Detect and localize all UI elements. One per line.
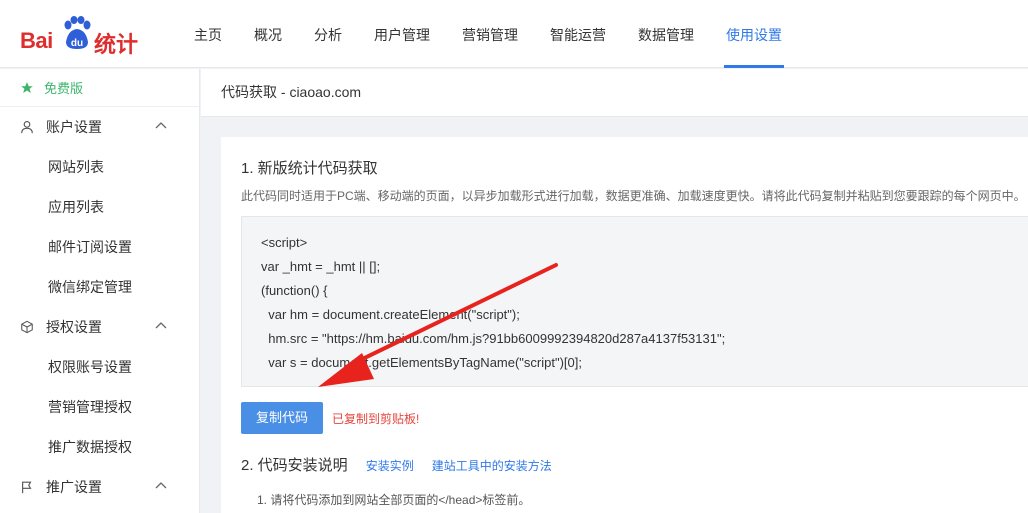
code-line: hm.src = "https://hm.baidu.com/hm.js?91b…	[261, 331, 726, 346]
nav-item-usage-settings[interactable]: 使用设置	[710, 0, 798, 68]
sidebar-item-marketing-authorization[interactable]: 营销管理授权	[0, 387, 199, 427]
sidebar-item-permission-accounts[interactable]: 权限账号设置	[0, 347, 199, 387]
sidebar-group-authorization-settings[interactable]: 授权设置	[0, 307, 199, 347]
sidebar-group-promotion-settings[interactable]: 推广设置	[0, 467, 199, 507]
page-title: 代码获取 - ciaoao.com	[201, 69, 1028, 117]
nav-item-marketing-management[interactable]: 营销管理	[446, 0, 534, 68]
nav-item-overview[interactable]: 概况	[238, 0, 298, 68]
sidebar-item-email-subscription[interactable]: 邮件订阅设置	[0, 227, 199, 267]
nav-item-analysis[interactable]: 分析	[298, 0, 358, 68]
code-block[interactable]: <script> var _hmt = _hmt || []; (functio…	[241, 216, 1028, 387]
code-line: var s = document.getElementsByTagName("s…	[261, 355, 582, 370]
main-content: 代码获取 - ciaoao.com 1. 新版统计代码获取 此代码同时适用于PC…	[201, 69, 1028, 513]
code-line: var hm = document.createElement("script"…	[261, 307, 520, 322]
chevron-up-icon	[155, 322, 167, 329]
install-note: 1. 请将代码添加到网站全部页面的</head>标签前。	[257, 493, 531, 507]
logo-text-bai: Bai	[20, 28, 53, 53]
section-description: 此代码同时适用于PC端、移动端的页面，以异步加载形式进行加载，数据更准确、加载速…	[241, 189, 1026, 203]
top-header: Bai du 统计 主页 概况 分析 用户管理 营销管理 智能运营 数据管理 使…	[0, 0, 1028, 68]
install-instructions-header: 2. 代码安装说明 安装实例 建站工具中的安装方法	[241, 454, 1028, 475]
logo-text-tongji: 统计	[94, 33, 139, 58]
user-icon	[21, 121, 33, 134]
code-line: <script>	[261, 235, 308, 250]
section-title-code: 1. 新版统计代码获取	[241, 160, 378, 177]
free-edition-badge: 免费版	[0, 69, 199, 107]
nav-item-data-management[interactable]: 数据管理	[622, 0, 710, 68]
star-icon	[21, 81, 33, 93]
site-builder-install-link[interactable]: 建站工具中的安装方法	[432, 457, 552, 474]
flag-icon	[22, 481, 32, 494]
code-line: (function() {	[261, 283, 328, 298]
cube-icon	[21, 320, 33, 334]
nav-item-smart-operations[interactable]: 智能运营	[534, 0, 622, 68]
sidebar-item-app-list[interactable]: 应用列表	[0, 187, 199, 227]
nav-item-user-management[interactable]: 用户管理	[358, 0, 446, 68]
chevron-up-icon	[155, 482, 167, 489]
logo-text-du: du	[71, 38, 83, 49]
free-edition-label: 免费版	[44, 81, 84, 96]
sidebar-item-site-list[interactable]: 网站列表	[0, 147, 199, 187]
baidu-tongji-logo[interactable]: Bai du 统计	[20, 16, 140, 58]
sidebar-group-label: 授权设置	[46, 319, 102, 335]
nav-item-home[interactable]: 主页	[178, 0, 238, 68]
install-example-link[interactable]: 安装实例	[366, 457, 414, 474]
sidebar-group-label: 账户设置	[46, 119, 102, 135]
sidebar-group-account-settings[interactable]: 账户设置	[0, 107, 199, 147]
sidebar-item-promotion-data-authorization[interactable]: 推广数据授权	[0, 427, 199, 467]
sidebar: 免费版 账户设置 网站列表 应用列表 邮件订阅设置 微信绑定管理 授权设置 权限…	[0, 69, 200, 513]
copied-status-message: 已复制到剪贴板!	[332, 411, 420, 426]
code-line: var _hmt = _hmt || [];	[261, 259, 381, 274]
main-nav: 主页 概况 分析 用户管理 营销管理 智能运营 数据管理 使用设置	[178, 0, 798, 68]
chevron-up-icon	[155, 122, 167, 129]
paw-logo-icon: du	[64, 16, 91, 49]
copy-code-button[interactable]: 复制代码	[241, 402, 323, 434]
copy-row: 复制代码 已复制到剪贴板!	[241, 402, 1028, 434]
code-card: 1. 新版统计代码获取 此代码同时适用于PC端、移动端的页面，以异步加载形式进行…	[221, 137, 1028, 513]
section-title-install: 2. 代码安装说明	[241, 457, 348, 474]
sidebar-item-wechat-binding[interactable]: 微信绑定管理	[0, 267, 199, 307]
sidebar-group-label: 推广设置	[46, 479, 102, 495]
